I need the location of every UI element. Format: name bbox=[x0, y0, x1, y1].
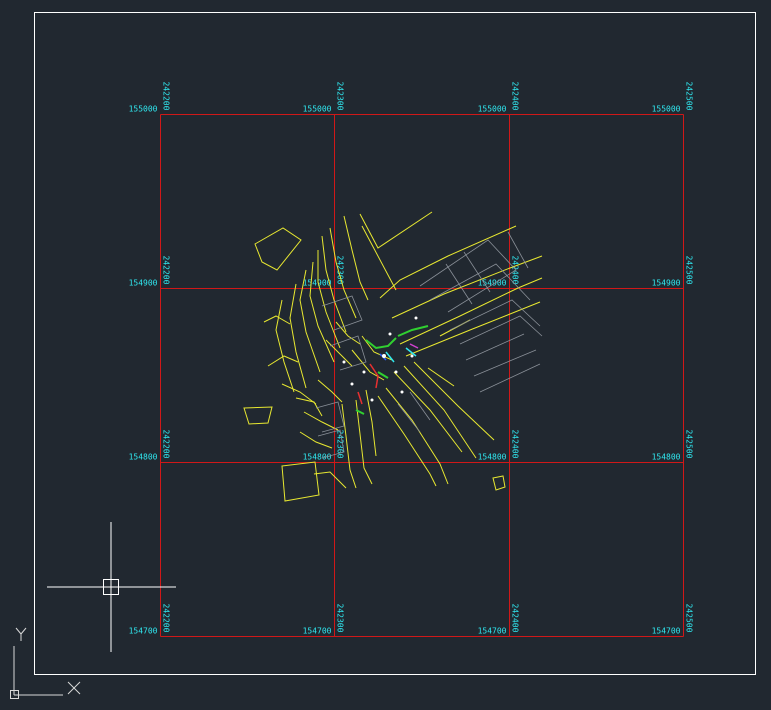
ucs-icon bbox=[10, 627, 81, 699]
grid-label-northing: 154900 bbox=[129, 279, 158, 288]
grid-label-northing: 155000 bbox=[303, 105, 332, 114]
grid-label-northing: 154700 bbox=[129, 627, 158, 636]
grid-label-easting: 242200 bbox=[162, 604, 171, 633]
grid-label-northing: 154700 bbox=[478, 627, 507, 636]
model-space-canvas[interactable]: 155000 242200 155000 242300 155000 242400 1550… bbox=[0, 0, 771, 710]
grid-label-northing: 154800 bbox=[303, 453, 332, 462]
coordinate-grid: 155000 242200 155000 242300 155000 242400 1550… bbox=[129, 82, 694, 637]
grid-label-easting: 242500 bbox=[685, 430, 694, 459]
grid-label-easting: 242300 bbox=[336, 82, 345, 111]
grid-label-easting: 242400 bbox=[511, 604, 520, 633]
grid-label-easting: 242300 bbox=[336, 256, 345, 285]
grid-label-northing: 155000 bbox=[129, 105, 158, 114]
grid-label-easting: 242200 bbox=[162, 82, 171, 111]
grid-label-easting: 242500 bbox=[685, 256, 694, 285]
drawing-viewport[interactable]: 155000 242200 155000 242300 155000 242400 1550… bbox=[0, 0, 771, 710]
grid-label-easting: 242400 bbox=[511, 430, 520, 459]
grid-label-northing: 154700 bbox=[652, 627, 681, 636]
grid-label-northing: 154800 bbox=[478, 453, 507, 462]
grid-label-easting: 242400 bbox=[511, 82, 520, 111]
grid-label-northing: 154800 bbox=[652, 453, 681, 462]
grid-label-northing: 155000 bbox=[652, 105, 681, 114]
grid-label-easting: 242300 bbox=[336, 604, 345, 633]
grid-label-easting: 242200 bbox=[162, 430, 171, 459]
grid-label-easting: 242200 bbox=[162, 256, 171, 285]
grid-label-easting: 242500 bbox=[685, 82, 694, 111]
grid-label-northing: 154900 bbox=[652, 279, 681, 288]
grid-label-northing: 155000 bbox=[478, 105, 507, 114]
grid-label-easting: 242500 bbox=[685, 604, 694, 633]
grid-label-northing: 154900 bbox=[303, 279, 332, 288]
grid-label-northing: 154800 bbox=[129, 453, 158, 462]
grid-label-northing: 154700 bbox=[303, 627, 332, 636]
